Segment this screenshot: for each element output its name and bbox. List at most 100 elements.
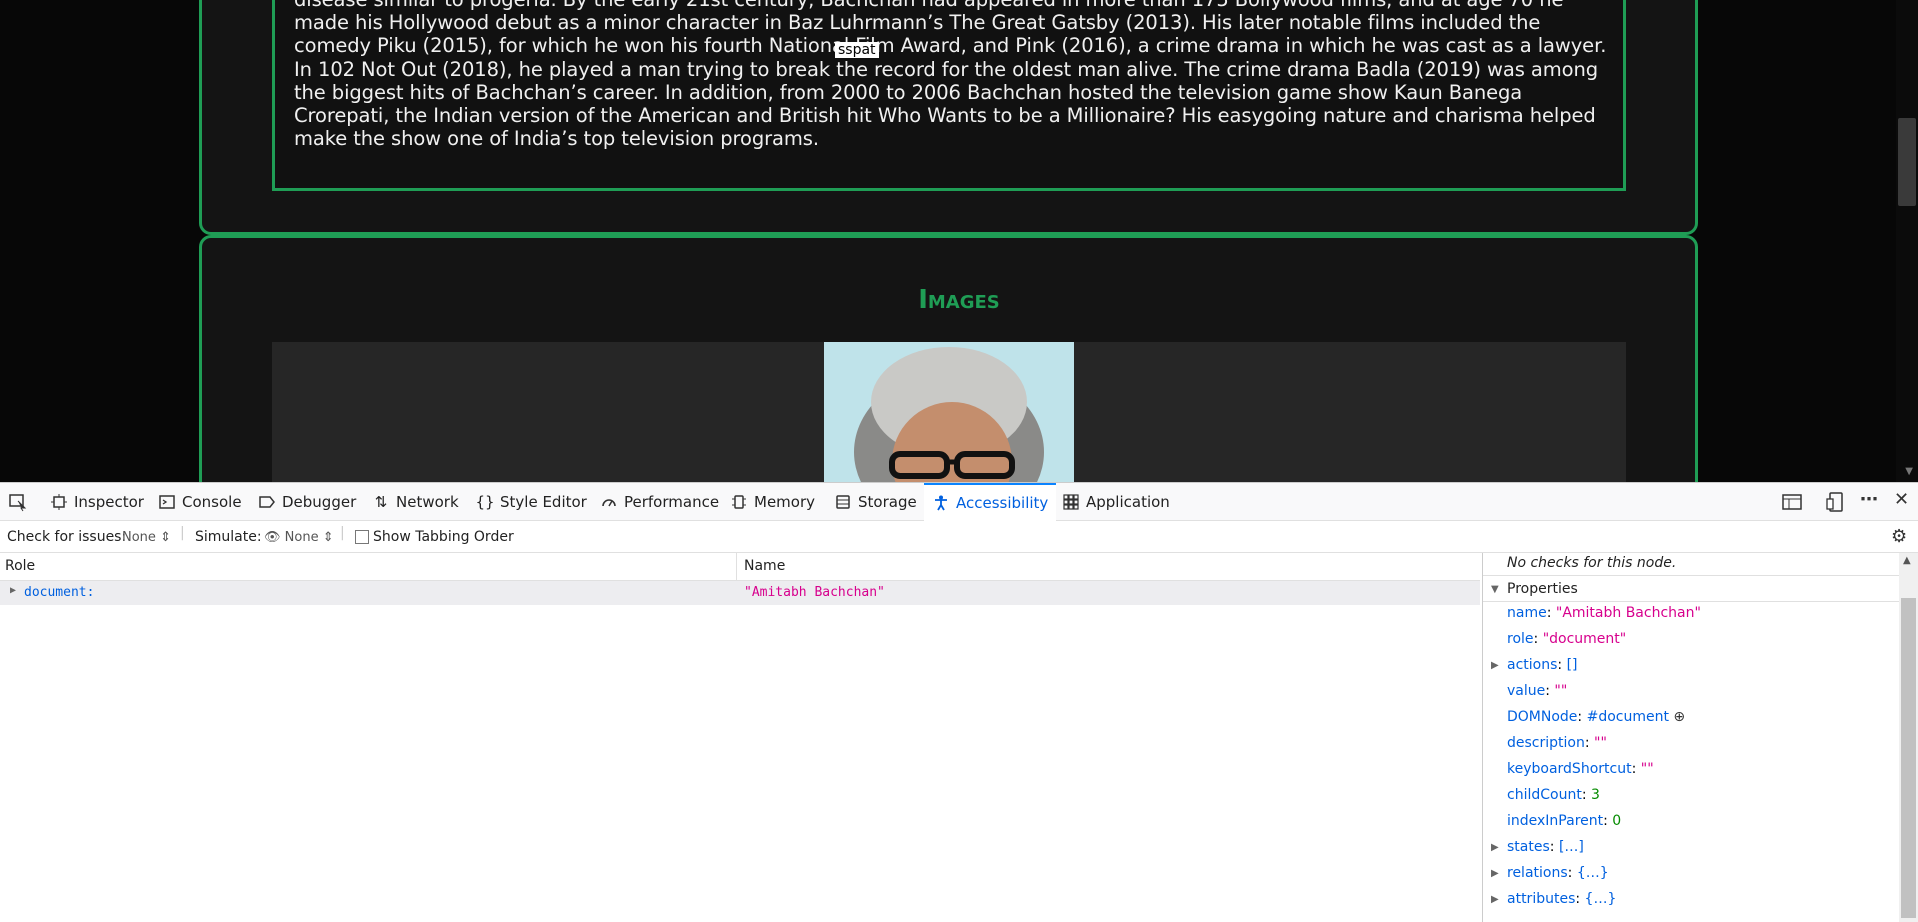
- more-options-icon[interactable]: ⋯: [1860, 489, 1878, 510]
- prop-value: value: "": [1507, 683, 1568, 699]
- row-role: document:: [24, 585, 95, 600]
- responsive-design-icon[interactable]: [1826, 492, 1846, 517]
- properties-sidebar: No checks for this node. ▼ Properties na…: [1482, 553, 1918, 922]
- sidebar-scrollbar[interactable]: ▲: [1899, 553, 1918, 922]
- sidebar-scrollbar-thumb[interactable]: [1901, 598, 1916, 918]
- tree-header: Role Name: [0, 553, 1480, 581]
- prop-key: indexInParent: [1507, 813, 1604, 829]
- checks-message: No checks for this node.: [1507, 555, 1677, 571]
- simulate-value: None: [284, 530, 319, 545]
- prop-key: actions: [1507, 657, 1558, 673]
- element-picker-icon[interactable]: [8, 483, 28, 521]
- tab-storage[interactable]: Storage: [834, 483, 917, 521]
- prop-key: relations: [1507, 865, 1568, 881]
- tree-row[interactable]: ▶ document: "Amitabh Bachchan": [0, 581, 1480, 605]
- tab-label: Accessibility: [956, 494, 1049, 512]
- scroll-down-icon[interactable]: ▼: [1905, 466, 1913, 477]
- prop-actions[interactable]: actions: []: [1507, 657, 1578, 673]
- column-divider[interactable]: [736, 553, 737, 581]
- accessibility-filter-bar: Check for issues: None ⇕ | Simulate: 👁 N…: [0, 521, 1918, 553]
- tab-memory[interactable]: Memory: [730, 483, 815, 521]
- collapse-triangle-icon[interactable]: ▼: [1491, 584, 1499, 595]
- prop-key: name: [1507, 605, 1547, 621]
- tab-style-editor[interactable]: {} Style Editor: [475, 483, 587, 521]
- tab-label: Application: [1086, 493, 1170, 511]
- tabbing-order-checkbox[interactable]: [355, 530, 369, 544]
- check-issues-select[interactable]: None ⇕: [122, 530, 171, 545]
- application-icon: [1062, 493, 1080, 511]
- scroll-up-icon[interactable]: ▲: [1903, 555, 1911, 566]
- prop-key: value: [1507, 683, 1546, 699]
- images-heading: Images: [918, 285, 1000, 315]
- close-icon[interactable]: ✕: [1894, 489, 1909, 510]
- prop-value: 3: [1590, 787, 1600, 803]
- prop-child-count: childCount: 3: [1507, 787, 1600, 803]
- row-name: "Amitabh Bachchan": [744, 585, 885, 600]
- prop-key: childCount: [1507, 787, 1582, 803]
- tab-label: Network: [396, 493, 459, 511]
- prop-relations[interactable]: relations: {…}: [1507, 865, 1609, 881]
- tab-label: Console: [182, 493, 242, 511]
- prop-key: attributes: [1507, 891, 1576, 907]
- tab-label: Style Editor: [500, 493, 587, 511]
- expand-triangle-icon[interactable]: ▶: [1491, 660, 1499, 671]
- tabbing-order-toggle[interactable]: Show Tabbing Order: [355, 529, 514, 545]
- dock-layout-icon[interactable]: [1782, 492, 1802, 517]
- page-scrollbar[interactable]: ▼: [1896, 0, 1918, 482]
- eye-icon: 👁: [264, 530, 281, 545]
- role-column-header[interactable]: Role: [5, 558, 35, 574]
- prop-key: description: [1507, 735, 1585, 751]
- inspect-node-icon[interactable]: ⊕: [1673, 709, 1685, 725]
- storage-icon: [834, 493, 852, 511]
- tab-label: Debugger: [282, 493, 357, 511]
- simulate-label: Simulate:: [195, 529, 262, 545]
- prop-keyboard-shortcut: keyboardShortcut: "": [1507, 761, 1654, 777]
- tab-performance[interactable]: Performance: [600, 483, 719, 521]
- prop-value: {…}: [1584, 891, 1617, 907]
- check-issues-value: None: [122, 530, 156, 545]
- simulate-select[interactable]: 👁 None ⇕: [264, 530, 334, 545]
- prop-value: "Amitabh Bachchan": [1555, 605, 1701, 621]
- expand-triangle-icon[interactable]: ▶: [1491, 868, 1499, 879]
- prop-value: "": [1594, 735, 1607, 751]
- tab-console[interactable]: Console: [158, 483, 242, 521]
- tab-label: Inspector: [74, 493, 144, 511]
- tab-label: Memory: [754, 493, 816, 511]
- prop-value: "document": [1542, 631, 1627, 647]
- tab-application[interactable]: Application: [1062, 483, 1170, 521]
- accessibility-icon: [932, 494, 950, 512]
- page-scrollbar-thumb[interactable]: [1898, 118, 1916, 206]
- settings-gear-icon[interactable]: ⚙: [1891, 526, 1907, 547]
- debugger-icon: [258, 493, 276, 511]
- divider: |: [180, 525, 185, 541]
- prop-key: keyboardShortcut: [1507, 761, 1632, 777]
- portrait-image[interactable]: [824, 342, 1074, 482]
- prop-description: description: "": [1507, 735, 1607, 751]
- prop-value: 0: [1612, 813, 1622, 829]
- name-column-header[interactable]: Name: [744, 558, 785, 574]
- tab-debugger[interactable]: Debugger: [258, 483, 356, 521]
- console-icon: [158, 493, 176, 511]
- prop-attributes[interactable]: attributes: {…}: [1507, 891, 1616, 907]
- tab-network[interactable]: ⇅ Network: [372, 483, 459, 521]
- memory-icon: [730, 493, 748, 511]
- prop-value: "": [1640, 761, 1654, 777]
- expand-triangle-icon[interactable]: ▶: [1491, 894, 1499, 905]
- divider: |: [340, 525, 345, 541]
- prop-states[interactable]: states: […]: [1507, 839, 1584, 855]
- tab-inspector[interactable]: Inspector: [50, 483, 144, 521]
- network-icon: ⇅: [374, 493, 388, 511]
- prop-key: states: [1507, 839, 1550, 855]
- tab-accessibility[interactable]: Accessibility: [924, 483, 1057, 521]
- expand-triangle-icon[interactable]: ▶: [10, 585, 16, 596]
- expand-triangle-icon[interactable]: ▶: [1491, 842, 1499, 853]
- prop-key: role: [1507, 631, 1534, 647]
- properties-heading[interactable]: Properties: [1507, 581, 1578, 597]
- prop-index-in-parent: indexInParent: 0: [1507, 813, 1622, 829]
- chevron-updown-icon: ⇕: [322, 530, 334, 545]
- prop-key: DOMNode: [1507, 709, 1578, 725]
- prop-value: []: [1566, 657, 1578, 673]
- prop-value: #document: [1586, 709, 1669, 725]
- inspector-icon: [50, 493, 68, 511]
- prop-value: {…}: [1576, 865, 1609, 881]
